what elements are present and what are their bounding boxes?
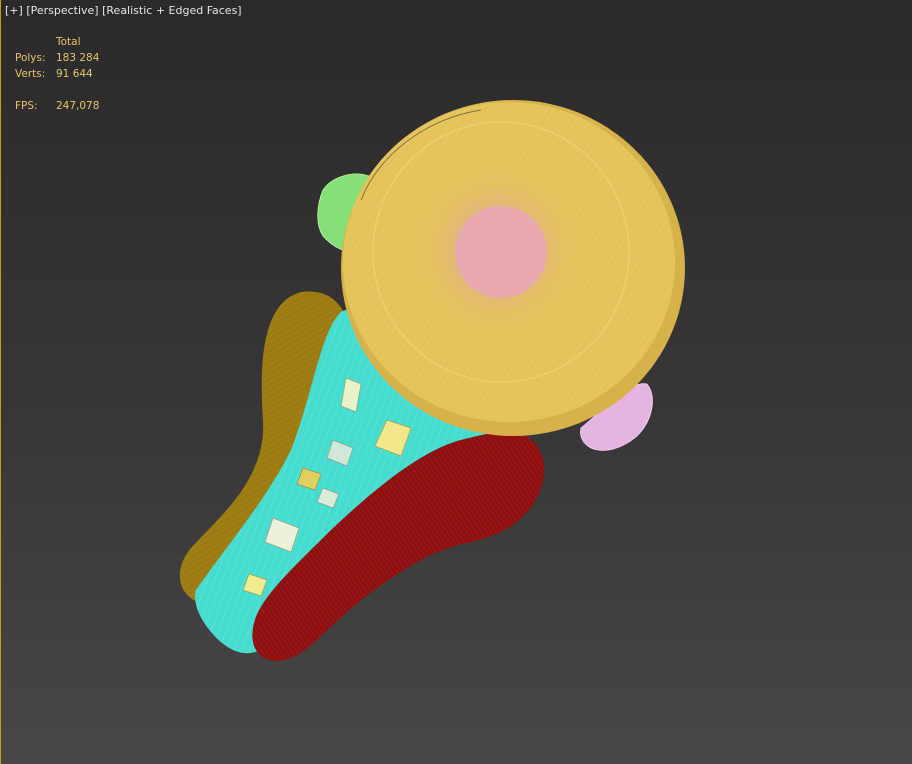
viewport-label: [+] [Perspective] [Realistic + Edged Fac… [5,4,242,17]
statistics-overlay: Total Polys: 183 284 Verts: 91 644 FPS: … [15,34,99,114]
stats-header: Total [56,36,81,48]
viewport-menu-button[interactable]: [+] [5,4,23,17]
fps-label: FPS: [15,100,38,112]
verts-value: 91 644 [56,68,93,80]
viewport-view-button[interactable]: [Perspective] [26,4,98,17]
viewport-scene[interactable] [1,0,912,764]
viewport-shading-button[interactable]: [Realistic + Edged Faces] [102,4,241,17]
polys-label: Polys: [15,52,46,64]
polys-value: 183 284 [56,52,100,64]
fps-value: 247,078 [56,100,100,112]
perspective-viewport[interactable]: [+] [Perspective] [Realistic + Edged Fac… [0,0,912,764]
ring-head-gold[interactable] [341,100,685,436]
verts-label: Verts: [15,68,46,80]
